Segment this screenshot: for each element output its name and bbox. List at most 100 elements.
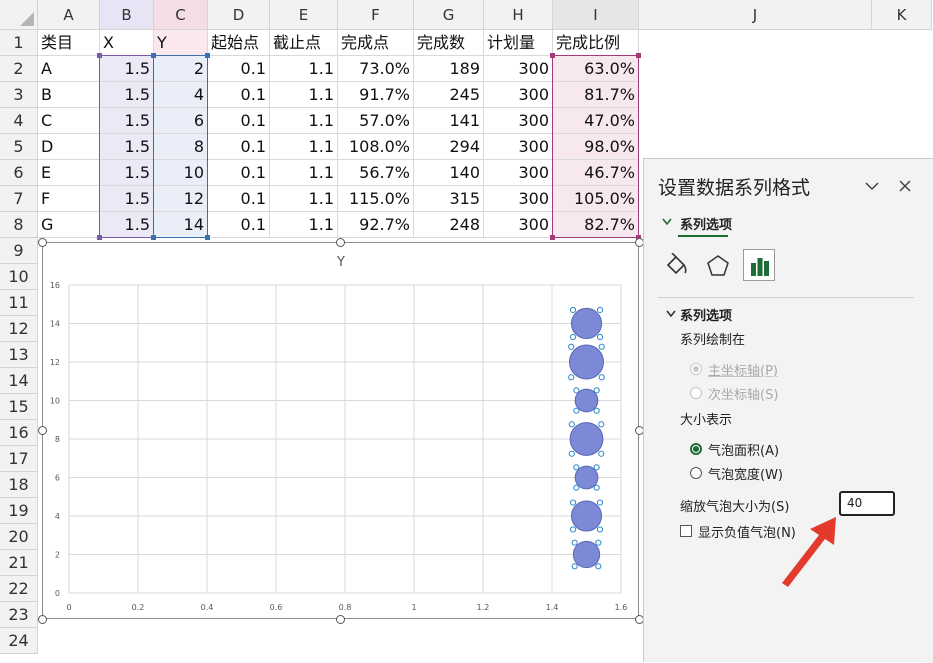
table-cell[interactable]: 1.1 — [270, 160, 338, 186]
table-header-cell[interactable]: 截止点 — [270, 30, 338, 56]
table-cell[interactable]: F — [38, 186, 100, 212]
table-cell[interactable]: 300 — [484, 82, 553, 108]
bubble-selection-handle[interactable] — [571, 563, 578, 570]
show-negative-bubbles-checkbox[interactable] — [680, 525, 692, 537]
table-cell[interactable]: 0.1 — [208, 108, 270, 134]
table-cell[interactable]: 0.1 — [208, 160, 270, 186]
row-header-1[interactable]: 1 — [0, 30, 38, 56]
bubble-selection-handle[interactable] — [569, 333, 577, 341]
bubble-selection-handle[interactable] — [573, 387, 580, 394]
row-header-18[interactable]: 18 — [0, 472, 38, 498]
range-corner-handle[interactable] — [636, 53, 641, 58]
resize-handle-bottom[interactable] — [336, 615, 345, 624]
bubble-selection-handle[interactable] — [568, 450, 575, 457]
range-corner-handle[interactable] — [97, 235, 102, 240]
bubble-selection-handle[interactable] — [596, 333, 604, 341]
range-corner-handle[interactable] — [151, 53, 156, 58]
resize-handle-bottom-left[interactable] — [38, 615, 47, 624]
column-header-b[interactable]: B — [100, 0, 154, 30]
table-header-cell[interactable]: Y — [154, 30, 208, 56]
row-header-10[interactable]: 10 — [0, 264, 38, 290]
table-cell[interactable]: 0.1 — [208, 134, 270, 160]
table-cell[interactable]: 92.7% — [338, 212, 414, 238]
row-header-19[interactable]: 19 — [0, 498, 38, 524]
table-cell[interactable]: 91.7% — [338, 82, 414, 108]
table-cell[interactable]: 56.7% — [338, 160, 414, 186]
table-cell[interactable]: 315 — [414, 186, 484, 212]
range-corner-handle[interactable] — [550, 53, 555, 58]
column-header-c[interactable]: C — [154, 0, 208, 30]
range-corner-handle[interactable] — [97, 53, 102, 58]
table-cell[interactable]: 300 — [484, 212, 553, 238]
table-cell[interactable]: 1.1 — [270, 82, 338, 108]
table-cell[interactable]: C — [38, 108, 100, 134]
row-header-24[interactable]: 24 — [0, 628, 38, 654]
section-collapse-chevron-icon[interactable] — [666, 310, 676, 318]
resize-handle-left[interactable] — [38, 426, 47, 435]
row-header-4[interactable]: 4 — [0, 108, 38, 134]
series-options-icon-button[interactable] — [743, 249, 775, 281]
table-cell[interactable]: 1.1 — [270, 108, 338, 134]
bubble-selection-handle[interactable] — [573, 484, 580, 491]
table-cell[interactable]: 141 — [414, 108, 484, 134]
primary-axis-radio[interactable] — [690, 363, 702, 375]
table-cell[interactable]: G — [38, 212, 100, 238]
bubble-selection-handle[interactable] — [598, 421, 605, 428]
column-header-d[interactable]: D — [208, 0, 270, 30]
bubble-chart[interactable]: Y 0 0.2 0.4 0.6 0.8 1 1.2 1.4 1.6 0 2 4 6 8 10 12 14 16 — [42, 242, 639, 619]
bubble-selection-handle[interactable] — [571, 539, 578, 546]
bubble-selection-handle[interactable] — [596, 306, 604, 314]
row-header-8[interactable]: 8 — [0, 212, 38, 238]
table-cell[interactable]: 108.0% — [338, 134, 414, 160]
table-header-cell[interactable]: 完成点 — [338, 30, 414, 56]
table-cell[interactable]: 1.1 — [270, 134, 338, 160]
table-header-cell[interactable]: X — [100, 30, 154, 56]
bubble-selection-handle[interactable] — [598, 343, 605, 350]
section-series-options[interactable]: 系列选项 — [680, 305, 732, 324]
table-cell[interactable]: 294 — [414, 134, 484, 160]
column-header-a[interactable]: A — [38, 0, 100, 30]
column-header-f[interactable]: F — [338, 0, 414, 30]
bubble-selection-handle[interactable] — [595, 563, 602, 570]
resize-handle-top[interactable] — [336, 238, 345, 247]
fill-line-icon[interactable] — [664, 253, 690, 279]
table-cell[interactable]: 300 — [484, 186, 553, 212]
bubble-selection-handle[interactable] — [593, 407, 600, 414]
table-cell[interactable]: 0.1 — [208, 82, 270, 108]
column-header-i[interactable]: I — [553, 0, 639, 30]
table-cell[interactable]: 0.1 — [208, 56, 270, 82]
row-header-16[interactable]: 16 — [0, 420, 38, 446]
table-cell[interactable]: 248 — [414, 212, 484, 238]
table-cell[interactable]: 1.1 — [270, 186, 338, 212]
bubble-point[interactable] — [572, 540, 601, 569]
table-cell[interactable]: 300 — [484, 160, 553, 186]
range-corner-handle[interactable] — [151, 235, 156, 240]
table-cell[interactable]: 245 — [414, 82, 484, 108]
bubble-selection-handle[interactable] — [568, 343, 575, 350]
column-header-k[interactable]: K — [872, 0, 932, 30]
row-header-12[interactable]: 12 — [0, 316, 38, 342]
row-header-3[interactable]: 3 — [0, 82, 38, 108]
bubble-area-label[interactable]: 气泡面积(A) — [708, 440, 779, 459]
bubble-selection-handle[interactable] — [598, 450, 605, 457]
bubble-area-radio[interactable] — [690, 443, 702, 455]
row-header-5[interactable]: 5 — [0, 134, 38, 160]
bubble-selection-handle[interactable] — [573, 407, 580, 414]
row-header-2[interactable]: 2 — [0, 56, 38, 82]
effects-pentagon-icon[interactable] — [706, 254, 730, 278]
table-cell[interactable]: 1.1 — [270, 212, 338, 238]
bubble-point[interactable] — [570, 307, 603, 340]
table-header-cell[interactable]: 类目 — [38, 30, 100, 56]
table-cell[interactable]: 73.0% — [338, 56, 414, 82]
bubble-selection-handle[interactable] — [573, 464, 580, 471]
column-header-g[interactable]: G — [414, 0, 484, 30]
bubble-point[interactable] — [571, 500, 602, 532]
table-header-cell[interactable]: 完成数 — [414, 30, 484, 56]
close-icon[interactable] — [899, 180, 911, 192]
bubble-selection-handle[interactable] — [593, 387, 600, 394]
resize-handle-top-left[interactable] — [38, 238, 47, 247]
row-header-14[interactable]: 14 — [0, 368, 38, 394]
table-cell[interactable]: 115.0% — [338, 186, 414, 212]
pane-scrollbar[interactable] — [926, 159, 933, 663]
table-cell[interactable]: 0.1 — [208, 212, 270, 238]
